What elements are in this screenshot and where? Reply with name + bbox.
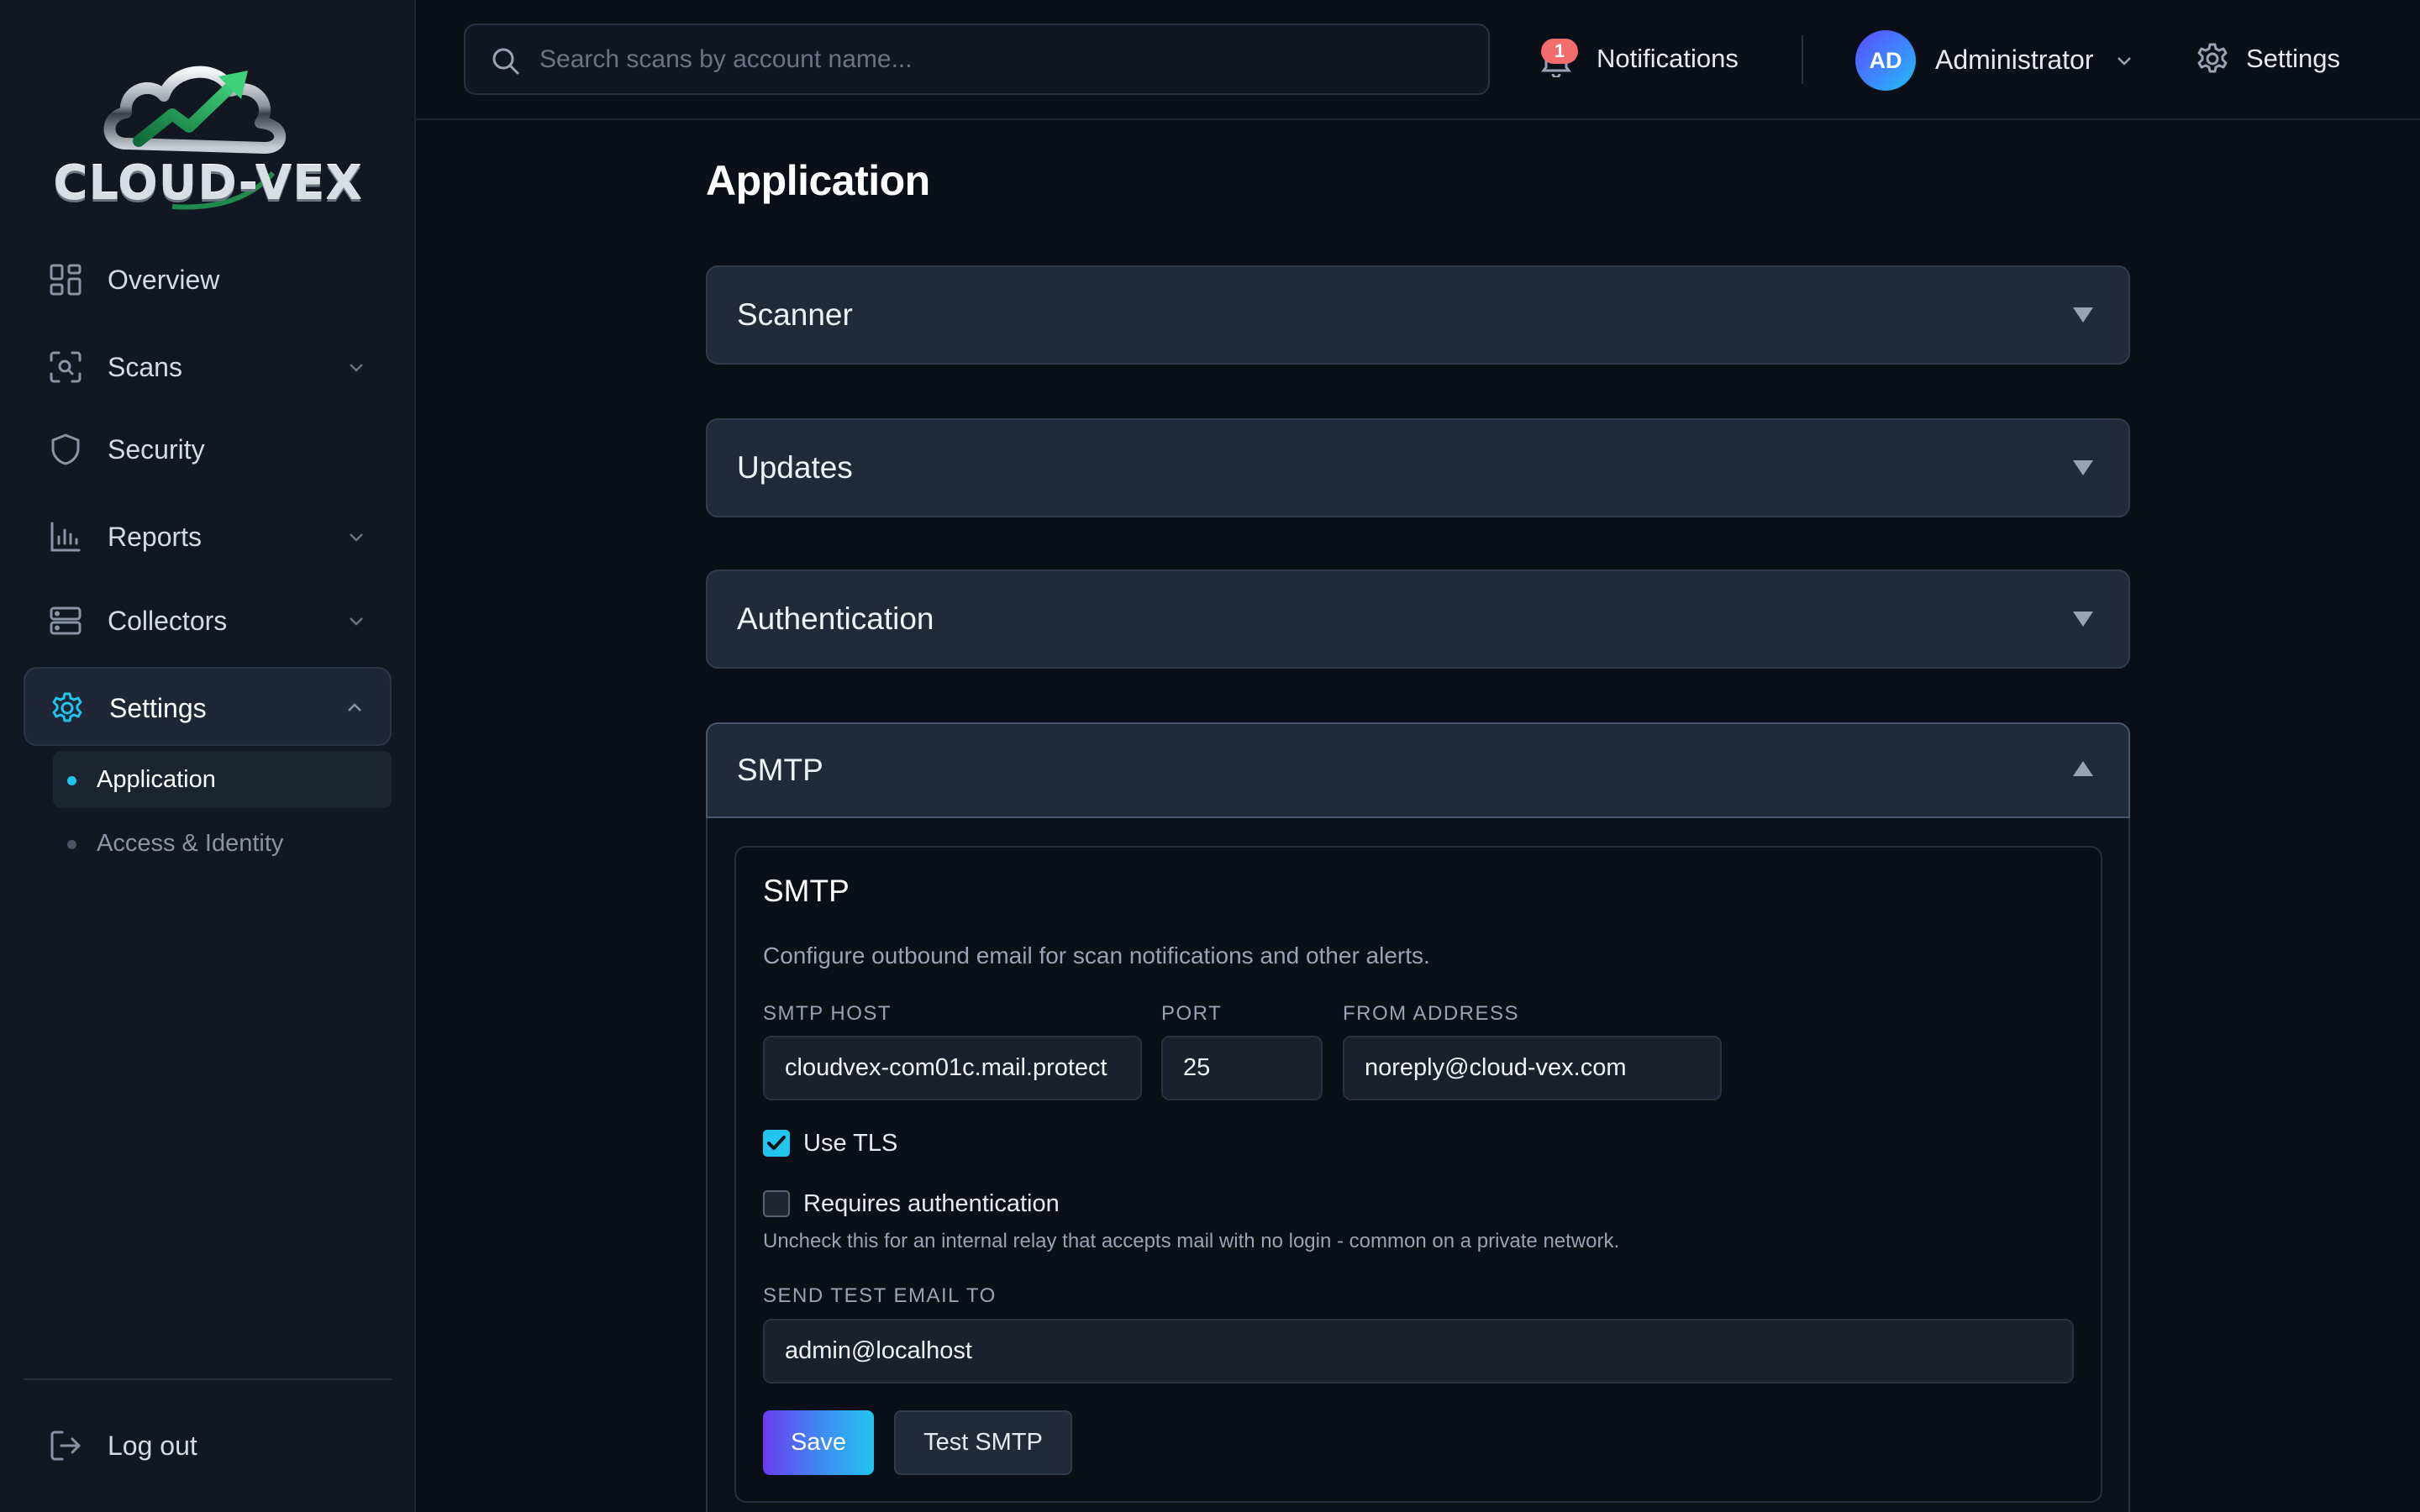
sidebar: CLOUD-VEX Overview Scans Security Report…: [0, 0, 416, 1512]
chevron-up-icon: [348, 703, 361, 711]
use-tls-checkbox[interactable]: [763, 1130, 790, 1157]
logout-label: Log out: [108, 1431, 197, 1461]
logout-button[interactable]: Log out: [24, 1406, 392, 1485]
accordion-scanner[interactable]: Scanner: [706, 265, 2130, 365]
requires-auth-hint: Uncheck this for an internal relay that …: [763, 1230, 1620, 1252]
sidebar-item-label: Security: [108, 434, 205, 465]
grid-icon: [50, 264, 82, 296]
topbar: 1 Notifications AD Administrator Setting…: [416, 0, 2420, 120]
checkmark-icon: [767, 1136, 786, 1150]
from-address-input[interactable]: [1365, 1037, 1715, 1099]
sidebar-item-collectors[interactable]: Collectors: [24, 581, 392, 660]
brand-logo[interactable]: CLOUD-VEX: [46, 30, 370, 217]
smtp-description: Configure outbound email for scan notifi…: [763, 942, 1430, 969]
topbar-settings-label: Settings: [2246, 44, 2341, 73]
caret-down-icon: [2073, 460, 2093, 475]
caret-up-icon: [2073, 761, 2093, 776]
notifications-label: Notifications: [1597, 44, 1739, 73]
accordion-label: Updates: [737, 450, 853, 485]
test-smtp-button[interactable]: Test SMTP: [894, 1410, 1072, 1475]
logo-text: CLOUD-VEX: [53, 156, 363, 211]
sidebar-item-reports[interactable]: Reports: [24, 497, 392, 576]
save-button[interactable]: Save: [763, 1410, 874, 1475]
topbar-divider: [1802, 35, 1803, 84]
smtp-host-input[interactable]: [785, 1037, 1135, 1099]
app-root: CLOUD-VEX Overview Scans Security Report…: [0, 0, 2420, 1512]
accordion-authentication[interactable]: Authentication: [706, 570, 2130, 669]
requires-auth-checkbox-row[interactable]: Requires authentication: [763, 1187, 1116, 1221]
sidebar-subitem-access-identity[interactable]: Access & Identity: [53, 815, 392, 872]
sidebar-item-label: Overview: [108, 265, 220, 295]
sidebar-subitem-application[interactable]: Application: [53, 751, 392, 808]
chevron-down-icon: [350, 617, 363, 626]
smtp-card-title: SMTP: [763, 874, 850, 908]
smtp-host-field[interactable]: [763, 1036, 1142, 1100]
smtp-host-label: SMTP HOST: [763, 1002, 892, 1025]
user-name: Administrator: [1935, 45, 2094, 75]
test-email-field[interactable]: [763, 1319, 2074, 1383]
requires-auth-label: Requires authentication: [803, 1190, 1060, 1217]
test-email-label: SEND TEST EMAIL TO: [763, 1284, 997, 1307]
sidebar-item-label: Collectors: [108, 606, 228, 636]
gear-icon: [2197, 43, 2228, 73]
from-address-field[interactable]: [1343, 1036, 1722, 1100]
search-box[interactable]: [464, 24, 1490, 95]
server-icon: [50, 606, 82, 635]
notifications-button[interactable]: 1 Notifications: [1539, 34, 1758, 84]
use-tls-label: Use TLS: [803, 1130, 898, 1157]
accordion-label: Scanner: [737, 297, 853, 332]
notification-count-badge: 1: [1541, 39, 1578, 64]
sidebar-item-security[interactable]: Security: [24, 410, 392, 489]
sidebar-divider: [24, 1378, 392, 1380]
sidebar-item-settings[interactable]: Settings: [24, 667, 392, 746]
accordion-updates[interactable]: Updates: [706, 418, 2130, 517]
avatar: AD: [1855, 30, 1916, 91]
inactive-dot-icon: [67, 840, 76, 849]
port-input[interactable]: [1183, 1037, 1316, 1099]
port-field[interactable]: [1161, 1036, 1323, 1100]
accordion-label: SMTP: [737, 753, 823, 787]
caret-down-icon: [2073, 307, 2093, 323]
sidebar-item-overview[interactable]: Overview: [24, 240, 392, 319]
port-label: PORT: [1161, 1002, 1223, 1025]
chevron-down-icon: [350, 533, 363, 542]
sidebar-subitem-label: Access & Identity: [97, 830, 284, 857]
requires-auth-checkbox[interactable]: [763, 1190, 790, 1217]
accordion-label: Authentication: [737, 601, 934, 636]
chevron-down-icon: [2118, 57, 2131, 66]
accordion-smtp[interactable]: SMTP: [706, 722, 2130, 818]
scan-icon: [50, 351, 82, 383]
sidebar-subitem-label: Application: [97, 766, 216, 793]
test-email-input[interactable]: [785, 1320, 2067, 1382]
active-dot-icon: [67, 776, 76, 785]
user-menu[interactable]: AD Administrator: [1855, 29, 2149, 91]
caret-down-icon: [2073, 612, 2093, 627]
logout-icon: [50, 1431, 81, 1461]
shield-icon: [51, 433, 80, 465]
chevron-down-icon: [350, 364, 363, 372]
bar-chart-icon: [50, 522, 81, 552]
sidebar-item-scans[interactable]: Scans: [24, 328, 392, 407]
sidebar-item-label: Settings: [109, 693, 207, 723]
sidebar-item-label: Scans: [108, 352, 182, 382]
topbar-settings-button[interactable]: Settings: [2196, 32, 2397, 86]
page-title: Application: [706, 157, 930, 204]
sidebar-item-label: Reports: [108, 522, 203, 552]
gear-icon: [52, 692, 82, 722]
use-tls-checkbox-row[interactable]: Use TLS: [763, 1126, 948, 1160]
from-address-label: FROM ADDRESS: [1343, 1002, 1520, 1025]
search-icon: [492, 48, 519, 75]
search-input[interactable]: [539, 25, 1464, 93]
